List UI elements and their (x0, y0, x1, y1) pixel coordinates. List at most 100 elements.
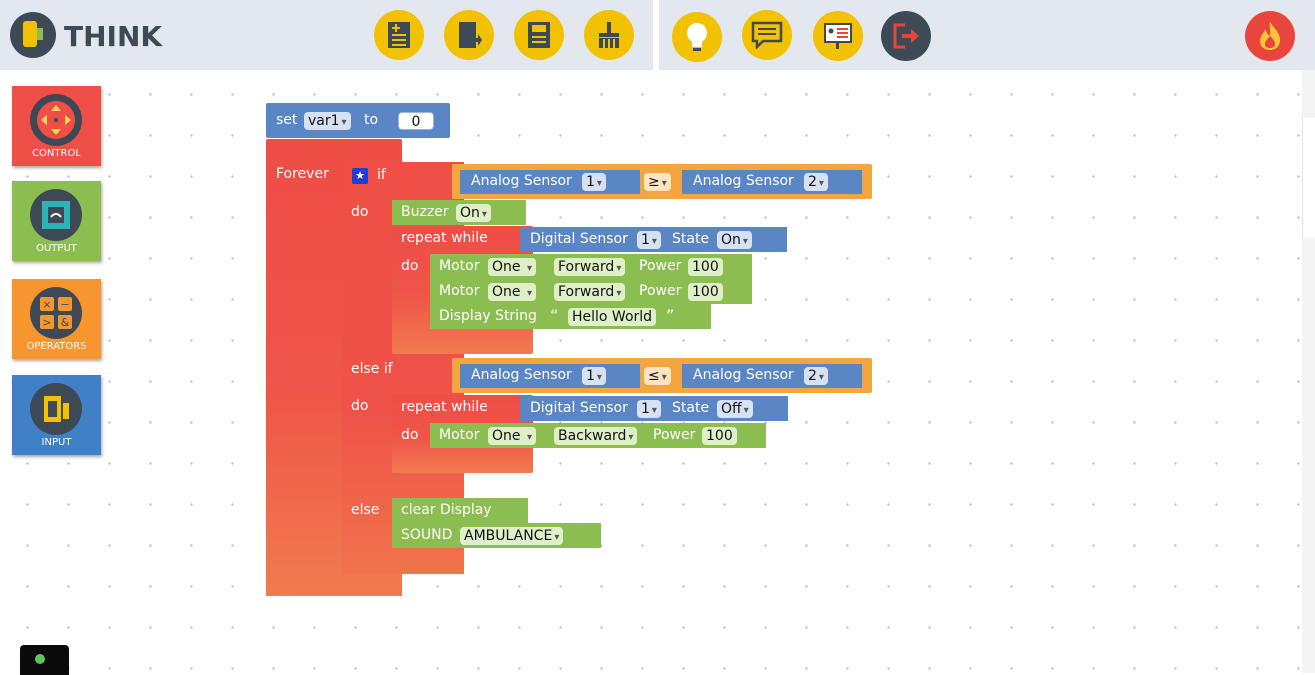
svg-text:&: & (61, 316, 70, 329)
motor-dropdown[interactable]: One ▾ (488, 258, 536, 276)
forever-label: Forever (276, 166, 329, 182)
category-control[interactable]: CONTROL (12, 86, 101, 166)
repeat-do-label: do (401, 258, 419, 274)
digital-sensor-label: Digital Sensor (530, 400, 628, 416)
repeat-do-label: do (401, 427, 419, 443)
chevron-down-icon: ▾ (526, 432, 532, 443)
open-folder-icon (459, 22, 482, 48)
flame-button[interactable] (1245, 11, 1295, 61)
display-text-input[interactable]: Hello World (568, 308, 657, 326)
chevron-down-icon: ▾ (526, 263, 532, 274)
power-input[interactable]: 100 (688, 258, 723, 276)
power-input[interactable]: 100 (688, 283, 723, 301)
chevron-down-icon: ▾ (596, 372, 602, 383)
workspace-scrollbar-thumb[interactable] (1302, 118, 1315, 238)
chevron-down-icon: ▾ (743, 405, 749, 416)
motor-value: One (492, 259, 521, 275)
svg-text:−: − (60, 298, 69, 311)
port-dropdown[interactable]: 1 ▾ (637, 231, 661, 249)
port-value: 1 (641, 401, 650, 417)
chat-icon (751, 21, 783, 49)
chat-button[interactable] (742, 10, 792, 60)
power-label: Power (639, 258, 682, 274)
category-operators[interactable]: × − > & OPERATORS (12, 279, 101, 359)
close-quote: ” (666, 306, 675, 325)
open-file-button[interactable] (444, 10, 494, 60)
chevron-down-icon: ▾ (616, 263, 622, 274)
analog-sensor-label: Analog Sensor (693, 367, 794, 383)
lightbulb-icon (687, 23, 707, 51)
status-dot-icon (35, 654, 45, 664)
new-file-button[interactable] (374, 10, 424, 60)
chevron-down-icon: ▾ (818, 372, 824, 383)
operator-dropdown[interactable]: ≤ ▾ (644, 367, 671, 385)
port-value: 1 (586, 174, 595, 190)
analog-sensor-label: Analog Sensor (693, 173, 794, 189)
direction-value: Forward (558, 284, 615, 300)
chevron-down-icon: ▾ (341, 117, 347, 128)
input-sensor-icon (30, 383, 82, 435)
port-value: 1 (586, 368, 595, 384)
app-logo: THINK (10, 12, 170, 60)
do-label-2: do (351, 398, 369, 414)
clear-display-label: clear Display (401, 502, 492, 518)
state-dropdown[interactable]: Off ▾ (717, 400, 753, 418)
ideas-button[interactable] (672, 12, 722, 62)
chevron-down-icon: ▾ (661, 178, 667, 189)
motor-label: Motor (439, 258, 480, 274)
power-label: Power (639, 283, 682, 299)
motor-value: One (492, 284, 521, 300)
broom-icon (599, 22, 619, 48)
port-dropdown[interactable]: 1 ▾ (582, 173, 606, 191)
motor-dropdown[interactable]: One ▾ (488, 283, 536, 301)
star-mutator-icon[interactable]: ★ (352, 168, 368, 184)
logout-button[interactable] (881, 11, 931, 61)
clear-workspace-button[interactable] (584, 10, 634, 60)
to-label: to (364, 112, 379, 128)
repeat-while-label: repeat while (401, 399, 488, 415)
state-dropdown[interactable]: On ▾ (717, 231, 752, 249)
direction-dropdown[interactable]: Forward ▾ (554, 283, 626, 301)
motor-dropdown[interactable]: One ▾ (488, 427, 536, 445)
category-input[interactable]: INPUT (12, 375, 101, 455)
sound-dropdown[interactable]: AMBULANCE ▾ (460, 527, 564, 545)
port-dropdown[interactable]: 1 ▾ (582, 367, 606, 385)
direction-dropdown[interactable]: Forward ▾ (554, 258, 626, 276)
repeat-while-label: repeat while (401, 230, 488, 246)
open-quote: “ (550, 306, 559, 325)
if-label: if (377, 167, 386, 183)
think-logo-icon (10, 12, 56, 58)
state-label: State (672, 231, 710, 247)
operator-dropdown[interactable]: ≥ ▾ (644, 173, 671, 191)
port-dropdown[interactable]: 2 ▾ (804, 173, 828, 191)
state-value: On (721, 232, 741, 248)
port-dropdown[interactable]: 2 ▾ (804, 367, 828, 385)
operator-value: ≥ (648, 174, 660, 190)
buzzer-label: Buzzer (401, 204, 449, 220)
power-input[interactable]: 100 (702, 427, 737, 445)
power-label: Power (653, 427, 696, 443)
display-string-label: Display String (439, 308, 537, 324)
direction-dropdown[interactable]: Backward ▾ (554, 427, 638, 445)
save-icon (528, 22, 550, 48)
variable-dropdown[interactable]: var1 ▾ (304, 112, 351, 130)
svg-text:×: × (42, 298, 51, 311)
digital-sensor-label: Digital Sensor (530, 231, 628, 247)
math-operators-icon: × − > & (30, 287, 82, 339)
do-label-1: do (351, 204, 369, 220)
port-value: 1 (641, 232, 650, 248)
presentation-button[interactable] (813, 11, 863, 61)
value-input[interactable]: 0 (398, 112, 434, 130)
state-value: Off (721, 401, 742, 417)
buzzer-state-dropdown[interactable]: On ▾ (456, 204, 491, 222)
chevron-down-icon: ▾ (628, 432, 634, 443)
chevron-down-icon: ▾ (554, 532, 560, 543)
category-output[interactable]: OUTPUT (12, 181, 101, 261)
motor-value: One (492, 428, 521, 444)
port-dropdown[interactable]: 1 ▾ (637, 400, 661, 418)
chevron-down-icon: ▾ (616, 288, 622, 299)
save-file-button[interactable] (514, 10, 564, 60)
category-operators-label: OPERATORS (26, 341, 87, 352)
chevron-down-icon: ▾ (661, 372, 667, 383)
analog-sensor-label: Analog Sensor (471, 367, 572, 383)
